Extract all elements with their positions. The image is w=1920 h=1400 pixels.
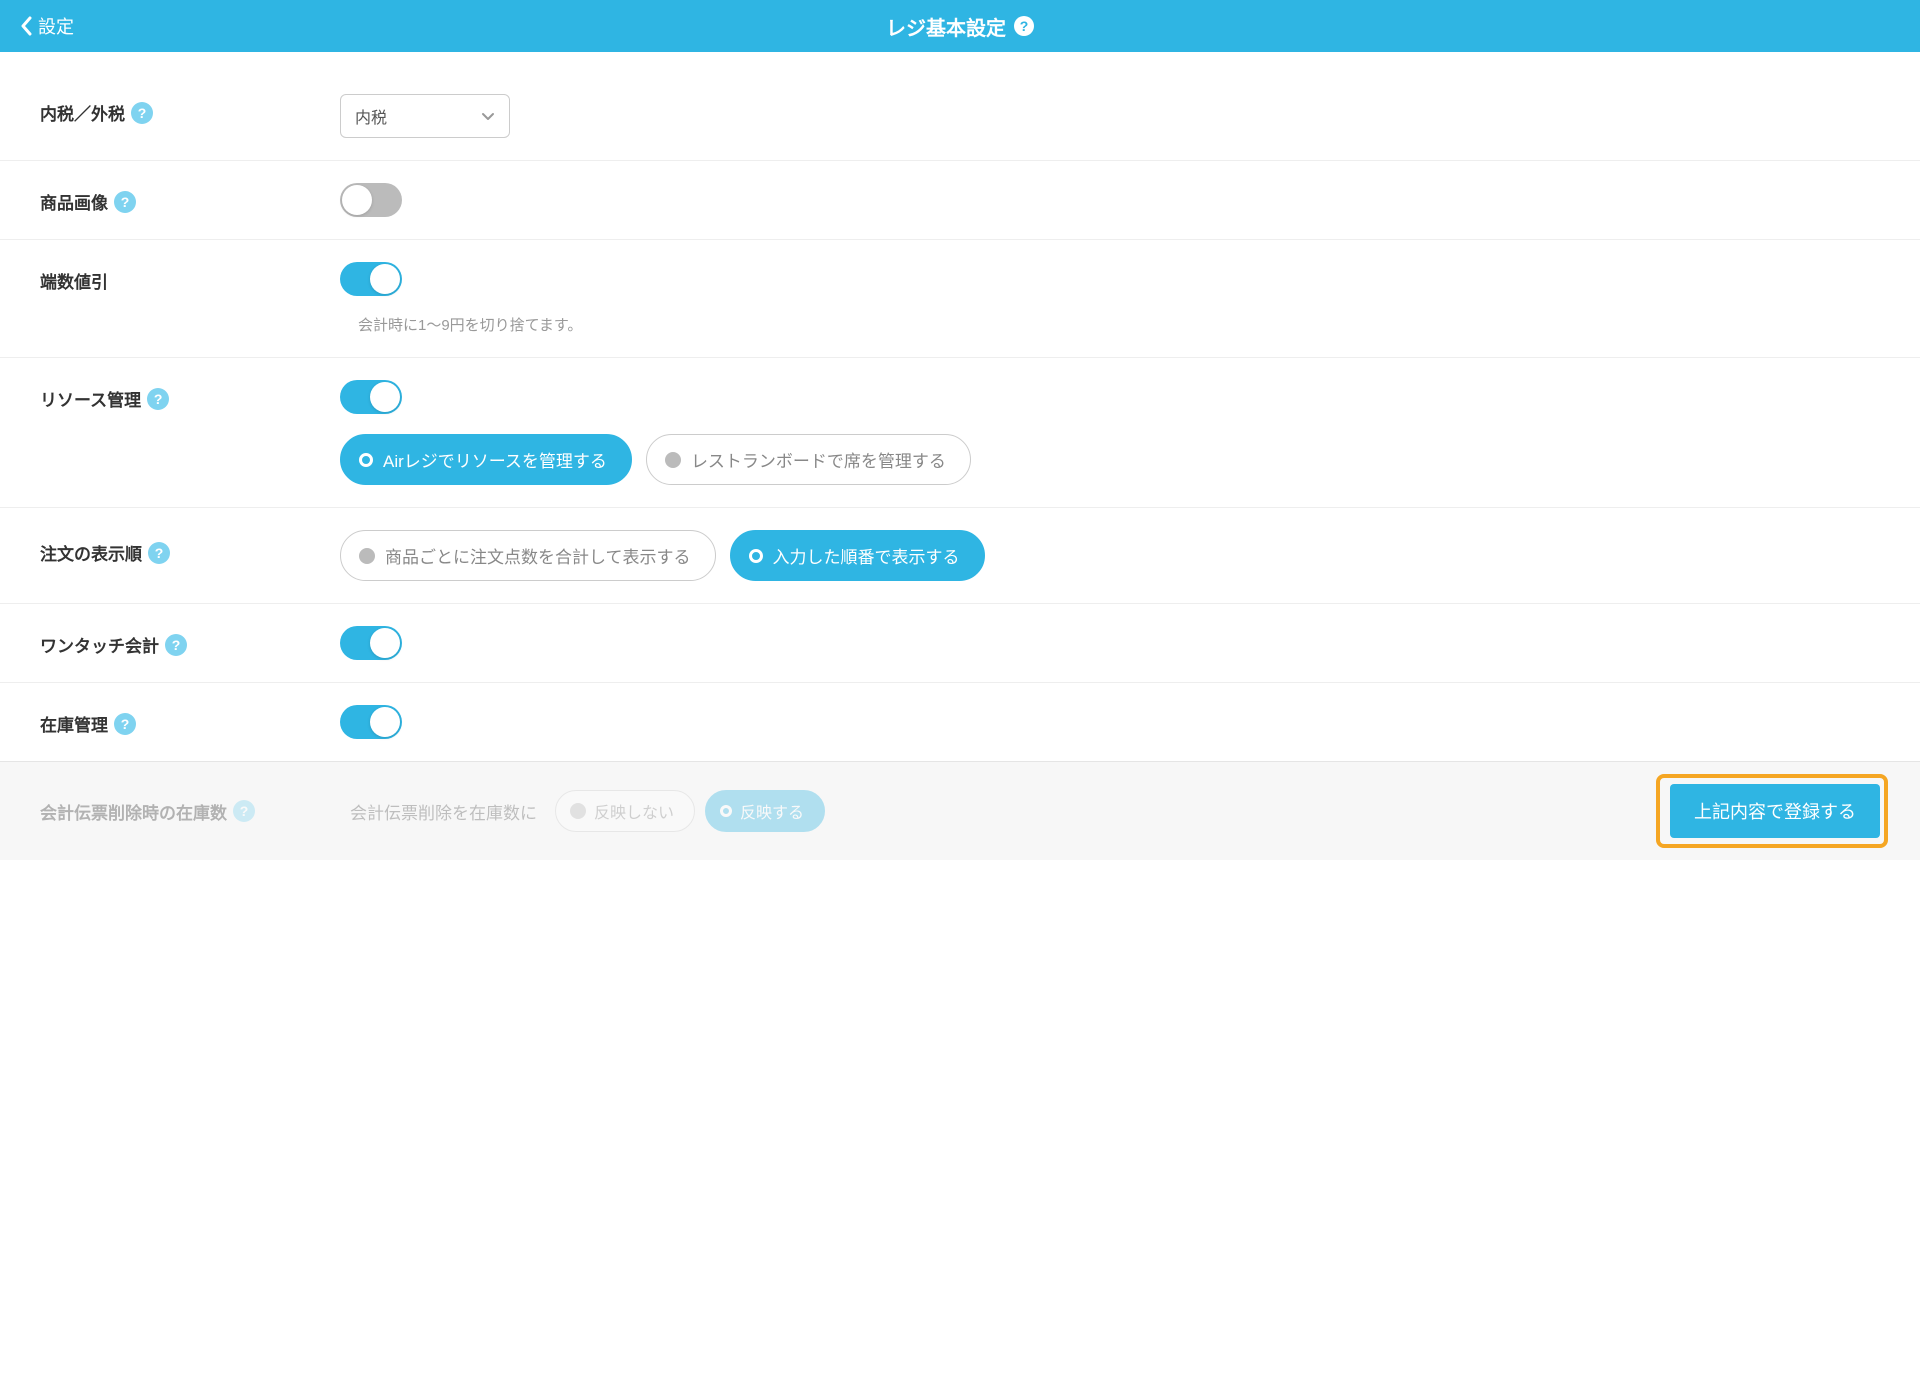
help-icon[interactable]: ?	[148, 542, 170, 564]
label-text: リソース管理	[40, 386, 141, 411]
radio-icon	[359, 453, 373, 467]
row-image-label: 商品画像 ?	[40, 183, 340, 214]
row-stock-control	[340, 705, 1880, 739]
footer-faded-row: 会計伝票削除時の在庫数 ? 会計伝票削除を在庫数に 反映しない 反映する	[40, 790, 825, 832]
row-order: 注文の表示順 ? 商品ごとに注文点数を合計して表示する 入力した順番で表示する	[0, 508, 1920, 604]
help-icon[interactable]: ?	[114, 713, 136, 735]
footer-option-reflect: 反映する	[705, 790, 825, 832]
option-label: 入力した順番で表示する	[773, 543, 960, 568]
row-resource-label: リソース管理 ?	[40, 380, 340, 411]
radio-icon	[359, 548, 375, 564]
row-order-control: 商品ごとに注文点数を合計して表示する 入力した順番で表示する	[340, 530, 1880, 581]
footer-faded-text: 会計伝票削除を在庫数に	[350, 799, 537, 824]
rounding-hint: 会計時に1〜9円を切り捨てます。	[340, 314, 1880, 335]
order-options: 商品ごとに注文点数を合計して表示する 入力した順番で表示する	[340, 530, 1880, 581]
footer-faded-label: 会計伝票削除時の在庫数 ?	[40, 799, 340, 824]
order-option-sequential[interactable]: 入力した順番で表示する	[730, 530, 985, 581]
rounding-toggle[interactable]	[340, 262, 402, 296]
row-onetouch-label: ワンタッチ会計 ?	[40, 626, 340, 657]
row-tax-control: 内税	[340, 94, 1880, 138]
option-label: 商品ごとに注文点数を合計して表示する	[385, 543, 691, 568]
image-toggle[interactable]	[340, 183, 402, 217]
row-stock-label: 在庫管理 ?	[40, 705, 340, 736]
radio-icon	[665, 452, 681, 468]
tax-select[interactable]: 内税	[340, 94, 510, 138]
label-text: 端数値引	[40, 268, 108, 293]
back-label: 設定	[38, 13, 74, 39]
save-button[interactable]: 上記内容で登録する	[1670, 784, 1880, 838]
row-tax-label: 内税／外税 ?	[40, 94, 340, 125]
chevron-left-icon	[20, 16, 32, 36]
option-label: Airレジでリソースを管理する	[383, 447, 607, 472]
help-icon[interactable]: ?	[165, 634, 187, 656]
settings-list: 内税／外税 ? 内税 商品画像 ? 端数値引 会計時に1〜9円を切り捨てます。	[0, 52, 1920, 761]
row-rounding: 端数値引 会計時に1〜9円を切り捨てます。	[0, 240, 1920, 358]
footer-option-no-reflect: 反映しない	[555, 790, 695, 832]
resource-option-airregi[interactable]: Airレジでリソースを管理する	[340, 434, 632, 485]
label-text: 商品画像	[40, 189, 108, 214]
page-title-text: レジ基本設定	[886, 12, 1006, 41]
help-icon: ?	[233, 800, 255, 822]
row-onetouch-control	[340, 626, 1880, 660]
resource-toggle[interactable]	[340, 380, 402, 414]
select-value: 内税	[355, 104, 387, 128]
order-option-grouped[interactable]: 商品ごとに注文点数を合計して表示する	[340, 530, 716, 581]
row-rounding-control: 会計時に1〜9円を切り捨てます。	[340, 262, 1880, 335]
onetouch-toggle[interactable]	[340, 626, 402, 660]
stock-toggle[interactable]	[340, 705, 402, 739]
page-title: レジ基本設定 ?	[886, 12, 1034, 41]
radio-icon	[720, 805, 732, 817]
row-image-control	[340, 183, 1880, 217]
row-onetouch: ワンタッチ会計 ?	[0, 604, 1920, 683]
radio-icon	[749, 549, 763, 563]
radio-icon	[570, 803, 586, 819]
label-text: 注文の表示順	[40, 540, 142, 565]
row-tax: 内税／外税 ? 内税	[0, 72, 1920, 161]
row-rounding-label: 端数値引	[40, 262, 340, 293]
resource-options: Airレジでリソースを管理する レストランボードで席を管理する	[340, 434, 1880, 485]
option-label: 反映する	[740, 799, 804, 823]
row-order-label: 注文の表示順 ?	[40, 530, 340, 565]
help-icon[interactable]: ?	[147, 388, 169, 410]
row-stock: 在庫管理 ?	[0, 683, 1920, 761]
back-button[interactable]: 設定	[20, 13, 74, 39]
option-label: 反映しない	[594, 799, 674, 823]
help-icon[interactable]: ?	[131, 102, 153, 124]
label-text: ワンタッチ会計	[40, 632, 159, 657]
row-image: 商品画像 ?	[0, 161, 1920, 240]
footer: 会計伝票削除時の在庫数 ? 会計伝票削除を在庫数に 反映しない 反映する 上記内…	[0, 761, 1920, 860]
row-resource-control: Airレジでリソースを管理する レストランボードで席を管理する	[340, 380, 1880, 485]
chevron-down-icon	[481, 109, 495, 123]
header: 設定 レジ基本設定 ?	[0, 0, 1920, 52]
row-resource: リソース管理 ? Airレジでリソースを管理する レストランボードで席を管理する	[0, 358, 1920, 508]
resource-option-restaurantboard[interactable]: レストランボードで席を管理する	[646, 434, 971, 485]
label-text: 在庫管理	[40, 711, 108, 736]
help-icon[interactable]: ?	[114, 191, 136, 213]
label-text: 内税／外税	[40, 100, 125, 125]
label-text: 会計伝票削除時の在庫数	[40, 799, 227, 824]
option-label: レストランボードで席を管理する	[691, 447, 946, 472]
help-icon[interactable]: ?	[1014, 16, 1034, 36]
